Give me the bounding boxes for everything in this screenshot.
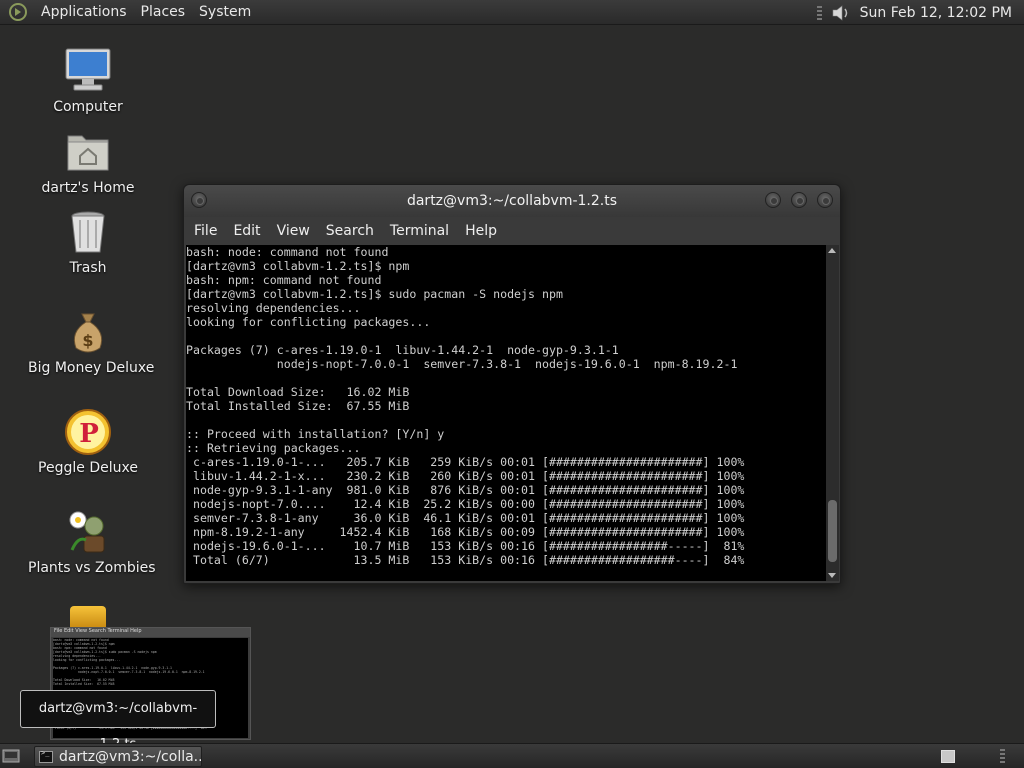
desktop-icon-label: Trash [69, 260, 107, 276]
terminal-line: semver-7.3.8-1-any 36.0 KiB 46.1 KiB/s 0… [186, 511, 745, 525]
desktop-icon-label: Big Money Deluxe [28, 360, 155, 376]
scroll-thumb[interactable] [828, 500, 837, 562]
svg-text:$: $ [82, 331, 93, 350]
menu-view[interactable]: View [269, 223, 318, 239]
terminal-line: looking for conflicting packages... [186, 315, 431, 329]
workspace-switcher[interactable] [941, 750, 955, 763]
preview-menubar: File Edit View Search Terminal Help [51, 628, 250, 637]
desktop-icon-computer[interactable]: Computer [28, 45, 148, 115]
maximize-button[interactable] [791, 192, 807, 208]
volume-icon[interactable] [830, 2, 852, 24]
hidden-desktop-icon[interactable] [70, 606, 106, 628]
terminal-window[interactable]: dartz@vm3:~/collabvm-1.2.ts File Edit Vi… [183, 184, 841, 584]
places-menu[interactable]: Places [134, 0, 193, 24]
scroll-down-arrow-icon[interactable] [828, 573, 836, 578]
terminal-line: bash: node: command not found [186, 245, 389, 259]
terminal-line: libuv-1.44.2-1-x... 230.2 KiB 260 KiB/s … [186, 469, 745, 483]
top-panel-tray: Sun Feb 12, 12:02 PM [816, 0, 1012, 25]
terminal-line: :: Retrieving packages... [186, 441, 361, 455]
terminal-line: [dartz@vm3 collabvm-1.2.ts]$ sudo pacman… [186, 287, 563, 301]
system-menu[interactable]: System [192, 0, 258, 24]
terminal-line: Total Download Size: 16.02 MiB [186, 385, 410, 399]
terminal-icon [39, 749, 53, 763]
terminal-line: npm-8.19.2-1-any 1452.4 KiB 168 KiB/s 00… [186, 525, 745, 539]
menu-file[interactable]: File [186, 223, 225, 239]
terminal-text: bash: node: command not found [dartz@vm3 … [186, 245, 826, 567]
taskbar-button-label: dartz@vm3:~/colla... [59, 748, 202, 765]
terminal-line: resolving dependencies... [186, 301, 361, 315]
close-button[interactable] [817, 192, 833, 208]
window-title: dartz@vm3:~/collabvm-1.2.ts [406, 193, 618, 209]
top-panel: Applications Places System Sun Feb 12, 1… [0, 0, 1024, 25]
terminal-line: Total (6/7) 13.5 MiB 153 KiB/s 00:16 [##… [186, 553, 745, 567]
title-bar[interactable]: dartz@vm3:~/collabvm-1.2.ts [184, 185, 840, 217]
terminal-line: Total Installed Size: 67.55 MiB [186, 399, 410, 413]
desktop-icon-trash[interactable]: Trash [28, 206, 148, 276]
terminal-scrollbar[interactable] [826, 245, 839, 581]
terminal-line: nodejs-19.6.0-1-... 10.7 MiB 153 KiB/s 0… [186, 539, 745, 553]
desktop-icon-pvz[interactable]: Plants vs Zombies [28, 506, 156, 576]
terminal-menubar: File Edit View Search Terminal Help [184, 217, 840, 244]
desktop-icon-label: Plants vs Zombies [28, 560, 156, 576]
desktop-icon-peggle[interactable]: P Peggle Deluxe [28, 406, 148, 476]
menu-terminal[interactable]: Terminal [382, 223, 457, 239]
trash-icon [71, 211, 105, 253]
applications-menu[interactable]: Applications [34, 0, 134, 24]
terminal-line: Packages (7) c-ares-1.19.0-1 libuv-1.44.… [186, 343, 619, 357]
show-desktop-icon[interactable] [2, 748, 20, 764]
home-folder-icon [67, 135, 109, 171]
terminal-line: bash: npm: command not found [186, 273, 382, 287]
menu-help[interactable]: Help [457, 223, 505, 239]
money-bag-icon: $ [73, 313, 103, 353]
desktop-icon-home[interactable]: dartz's Home [28, 126, 148, 196]
peggle-icon: P [65, 409, 111, 455]
desktop-icon-label: Computer [53, 99, 123, 115]
computer-icon [65, 48, 111, 91]
bottom-panel: dartz@vm3:~/colla... [0, 743, 1024, 768]
terminal-line: [dartz@vm3 collabvm-1.2.ts]$ npm [186, 259, 410, 273]
desktop-icon-label: dartz's Home [41, 180, 135, 196]
taskbar-terminal-button[interactable]: dartz@vm3:~/colla... [34, 746, 202, 767]
menu-edit[interactable]: Edit [225, 223, 268, 239]
svg-text:P: P [79, 419, 99, 449]
terminal-line: nodejs-nopt-7.0.... 12.4 KiB 25.2 KiB/s … [186, 497, 745, 511]
desktop-icon-big-money[interactable]: $ Big Money Deluxe [28, 306, 155, 376]
terminal-line: :: Proceed with installation? [Y/n] y [186, 427, 445, 441]
terminal-output[interactable]: bash: node: command not found [dartz@vm3 … [186, 245, 826, 581]
plants-vs-zombies-icon [69, 511, 105, 553]
gnome-foot-icon[interactable] [8, 2, 28, 22]
scroll-up-arrow-icon[interactable] [828, 248, 836, 253]
clock[interactable]: Sun Feb 12, 12:02 PM [860, 5, 1012, 21]
terminal-line: nodejs-nopt-7.0.0-1 semver-7.3.8-1 nodej… [186, 357, 738, 371]
terminal-line: node-gyp-9.3.1-1-any 981.0 KiB 876 KiB/s… [186, 483, 745, 497]
terminal-line: c-ares-1.19.0-1-... 205.7 KiB 259 KiB/s … [186, 455, 745, 469]
panel-separator [1000, 749, 1005, 763]
window-tooltip: dartz@vm3:~/collabvm-1.2.ts [20, 690, 216, 752]
minimize-button[interactable] [765, 192, 781, 208]
panel-separator [816, 5, 822, 20]
menu-search[interactable]: Search [318, 223, 382, 239]
desktop-icon-label: Peggle Deluxe [38, 460, 138, 476]
